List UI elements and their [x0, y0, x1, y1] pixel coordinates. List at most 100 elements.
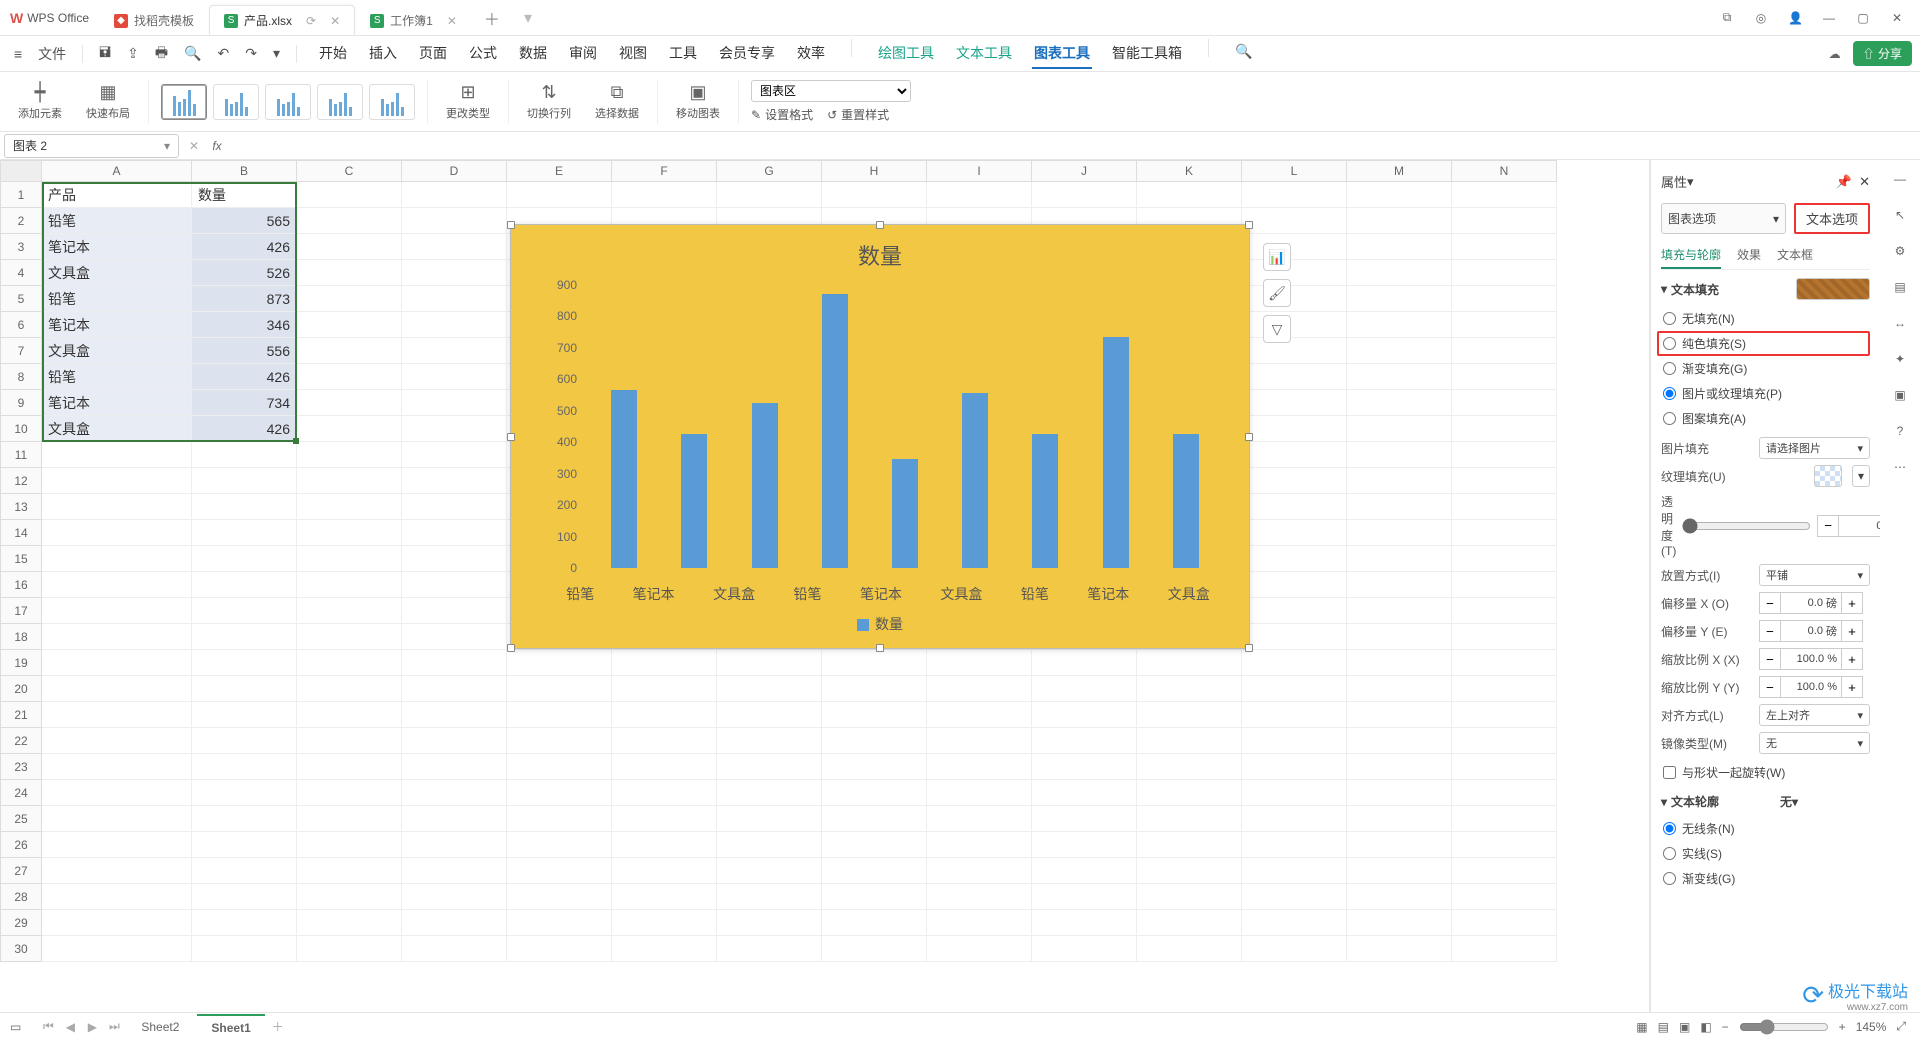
menu-view[interactable]: 视图 — [617, 39, 649, 69]
cell[interactable] — [612, 650, 717, 676]
cell[interactable]: 426 — [192, 234, 297, 260]
cell[interactable] — [402, 650, 507, 676]
cell[interactable] — [1452, 754, 1557, 780]
tab-templates[interactable]: ◆找稻壳模板 — [99, 5, 209, 35]
fill-picture[interactable]: 图片或纹理填充(P) — [1661, 381, 1870, 406]
cell[interactable] — [1137, 702, 1242, 728]
menu-data[interactable]: 数据 — [517, 39, 549, 69]
outline-none[interactable]: 无线条(N) — [1661, 816, 1870, 841]
cell[interactable] — [612, 754, 717, 780]
cell[interactable] — [192, 910, 297, 936]
cell[interactable] — [1137, 182, 1242, 208]
cell[interactable] — [1137, 728, 1242, 754]
cell[interactable] — [1347, 364, 1452, 390]
cell[interactable] — [42, 754, 192, 780]
select-data-button[interactable]: ⧉选择数据 — [589, 82, 645, 121]
cell[interactable] — [192, 780, 297, 806]
cell[interactable] — [297, 208, 402, 234]
menu-start[interactable]: 开始 — [317, 39, 349, 69]
minimize-button[interactable]: — — [1822, 11, 1836, 25]
cell[interactable] — [1347, 884, 1452, 910]
cell[interactable] — [1347, 312, 1452, 338]
cell[interactable] — [1242, 702, 1347, 728]
cell[interactable] — [297, 494, 402, 520]
cell[interactable] — [1347, 182, 1452, 208]
chart-style-5[interactable] — [369, 84, 415, 120]
cell[interactable] — [1137, 884, 1242, 910]
cell[interactable] — [507, 780, 612, 806]
cell[interactable]: 文具盒 — [42, 416, 192, 442]
cell[interactable] — [1242, 884, 1347, 910]
cell[interactable]: 426 — [192, 364, 297, 390]
cell[interactable] — [42, 884, 192, 910]
cell[interactable] — [1032, 728, 1137, 754]
cell[interactable] — [1137, 832, 1242, 858]
cell[interactable] — [402, 936, 507, 962]
cell[interactable] — [297, 286, 402, 312]
cell[interactable] — [1452, 858, 1557, 884]
collapse-icon[interactable]: — — [1894, 172, 1906, 186]
cell[interactable] — [1347, 624, 1452, 650]
cell[interactable] — [507, 182, 612, 208]
cell[interactable] — [822, 728, 927, 754]
cell[interactable] — [1242, 338, 1347, 364]
fill-solid[interactable]: 纯色填充(S) — [1657, 331, 1870, 356]
cell[interactable] — [1137, 780, 1242, 806]
cell[interactable] — [1347, 442, 1452, 468]
cell[interactable] — [927, 910, 1032, 936]
cell[interactable] — [297, 338, 402, 364]
cell[interactable]: 873 — [192, 286, 297, 312]
cell[interactable] — [1452, 520, 1557, 546]
cell[interactable] — [1032, 884, 1137, 910]
zoom-slider[interactable] — [1739, 1019, 1829, 1035]
chart-bar[interactable] — [822, 294, 848, 569]
cell[interactable] — [927, 650, 1032, 676]
cell[interactable] — [1452, 936, 1557, 962]
cell[interactable] — [1242, 754, 1347, 780]
cell[interactable]: 笔记本 — [42, 390, 192, 416]
fx-cancel-icon[interactable]: ✕ — [183, 139, 205, 153]
menu-smart-tools[interactable]: 智能工具箱 — [1110, 39, 1184, 69]
cell[interactable] — [297, 182, 402, 208]
chart-elements-icon[interactable]: 📊 — [1263, 243, 1291, 271]
cell[interactable] — [1452, 624, 1557, 650]
view-break-icon[interactable]: ▣ — [1679, 1020, 1690, 1034]
print-icon[interactable]: 🖶 — [149, 38, 174, 70]
cell[interactable] — [927, 728, 1032, 754]
cell[interactable] — [402, 702, 507, 728]
fill-gradient[interactable]: 渐变填充(G) — [1661, 356, 1870, 381]
cell[interactable] — [402, 494, 507, 520]
chart-bar[interactable] — [892, 459, 918, 568]
chart-element-select[interactable]: 图表区 — [751, 80, 911, 102]
cell[interactable] — [297, 884, 402, 910]
cell[interactable] — [1032, 780, 1137, 806]
tools-icon[interactable]: ✦ — [1895, 352, 1905, 366]
cell[interactable] — [297, 312, 402, 338]
cell[interactable] — [1032, 936, 1137, 962]
cell[interactable] — [192, 702, 297, 728]
cell[interactable] — [822, 702, 927, 728]
file-menu[interactable]: 文件 — [32, 40, 72, 68]
avatar-icon[interactable]: 👤 — [1788, 11, 1802, 25]
cell[interactable] — [402, 806, 507, 832]
cell[interactable]: 文具盒 — [42, 260, 192, 286]
cell[interactable] — [42, 494, 192, 520]
menu-review[interactable]: 审阅 — [567, 39, 599, 69]
texture-swatch[interactable] — [1814, 465, 1842, 487]
cell[interactable] — [192, 624, 297, 650]
cell[interactable] — [1032, 702, 1137, 728]
cell[interactable] — [1032, 676, 1137, 702]
cell[interactable] — [192, 546, 297, 572]
undo-icon[interactable]: ↶ — [211, 41, 235, 66]
cell[interactable] — [822, 806, 927, 832]
cell[interactable] — [1242, 442, 1347, 468]
cell[interactable] — [1347, 546, 1452, 572]
cell[interactable]: 556 — [192, 338, 297, 364]
cell[interactable] — [1242, 234, 1347, 260]
cell[interactable] — [402, 182, 507, 208]
pointer-icon[interactable]: ↖ — [1895, 208, 1905, 222]
set-format-button[interactable]: ✎ 设置格式 — [751, 106, 813, 123]
cell[interactable] — [1242, 182, 1347, 208]
cell[interactable] — [192, 650, 297, 676]
cell[interactable] — [927, 884, 1032, 910]
